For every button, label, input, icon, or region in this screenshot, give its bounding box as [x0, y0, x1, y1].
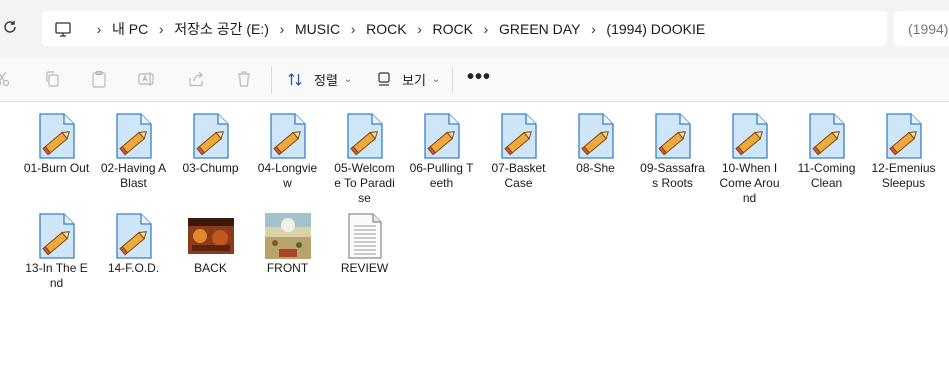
share-icon[interactable] — [186, 69, 206, 89]
chevron-right-icon[interactable]: › — [473, 21, 499, 37]
file-grid: 01-Burn Out 02-Having A Blast 03-Chump 04-L… — [18, 106, 943, 306]
audio-file-icon — [803, 112, 851, 160]
sort-button[interactable]: 정렬 ⌄ — [287, 68, 352, 90]
audio-file-icon — [880, 112, 928, 160]
command-bar: 정렬 ⌄ 보기 ⌄ ••• — [0, 58, 949, 102]
audio-file-item[interactable]: 13-In The End — [18, 206, 95, 306]
file-name-label: 08-She — [576, 161, 615, 175]
view-label: 보기 — [402, 72, 426, 88]
audio-file-icon — [418, 112, 466, 160]
refresh-icon[interactable] — [2, 19, 20, 37]
audio-file-item[interactable]: 09-Sassafras Roots — [634, 106, 711, 206]
chevron-right-icon[interactable]: › — [340, 21, 366, 37]
cut-icon[interactable] — [0, 69, 12, 89]
breadcrumb-drive-e[interactable]: 저장소 공간 (E:) — [174, 19, 269, 39]
breadcrumb-dookie[interactable]: (1994) DOOKIE — [606, 21, 705, 37]
audio-file-icon — [110, 212, 158, 260]
chevron-right-icon[interactable]: › — [148, 21, 174, 37]
text-file-item[interactable]: REVIEW — [326, 206, 403, 306]
audio-file-item[interactable]: 01-Burn Out — [18, 106, 95, 206]
chevron-right-icon[interactable]: › — [86, 21, 112, 37]
image-file-item[interactable]: FRONT — [249, 206, 326, 306]
audio-file-icon — [726, 112, 774, 160]
sort-label: 정렬 — [314, 72, 338, 88]
search-input[interactable]: (1994) — [894, 11, 949, 46]
audio-file-icon — [264, 112, 312, 160]
chevron-right-icon[interactable]: › — [580, 21, 606, 37]
audio-file-item[interactable]: 06-Pulling Teeth — [403, 106, 480, 206]
sort-icon — [287, 71, 304, 88]
rename-icon[interactable] — [137, 69, 157, 89]
image-thumbnail — [264, 212, 312, 260]
audio-file-icon — [187, 112, 235, 160]
address-bar[interactable]: › 내 PC › 저장소 공간 (E:) › MUSIC › ROCK › RO… — [42, 11, 887, 46]
audio-file-icon — [110, 112, 158, 160]
image-thumbnail — [187, 212, 235, 260]
audio-file-icon — [572, 112, 620, 160]
text-document-icon — [341, 212, 389, 260]
breadcrumb-my-pc[interactable]: 내 PC — [112, 19, 148, 39]
more-options-button[interactable]: ••• — [467, 67, 491, 87]
chevron-down-icon: ⌄ — [343, 73, 353, 85]
file-name-label: FRONT — [266, 261, 309, 275]
file-name-label: 05-Welcome To Paradise — [334, 161, 395, 205]
file-name-label: 01-Burn Out — [23, 161, 90, 175]
file-name-label: 04-Longview — [257, 161, 318, 190]
audio-file-item[interactable]: 12-Emenius Sleepus — [865, 106, 942, 206]
file-name-label: 02-Having A Blast — [100, 161, 167, 190]
toolbar-divider — [271, 66, 272, 94]
file-name-label: 07-Basket Case — [491, 161, 546, 190]
audio-file-icon — [33, 212, 81, 260]
computer-icon — [54, 20, 72, 38]
audio-file-item[interactable]: 11-Coming Clean — [788, 106, 865, 206]
audio-file-item[interactable]: 04-Longview — [249, 106, 326, 206]
audio-file-icon — [649, 112, 697, 160]
file-name-label: 11-Coming Clean — [797, 161, 856, 190]
breadcrumb-rock-1[interactable]: ROCK — [366, 21, 406, 37]
paste-icon[interactable] — [89, 69, 109, 89]
audio-file-item[interactable]: 08-She — [557, 106, 634, 206]
file-name-label: 13-In The End — [25, 261, 88, 290]
chevron-right-icon[interactable]: › — [407, 21, 433, 37]
audio-file-icon — [341, 112, 389, 160]
copy-icon[interactable] — [42, 69, 62, 89]
delete-icon[interactable] — [234, 69, 254, 89]
file-name-label: 06-Pulling Teeth — [409, 161, 474, 190]
audio-file-item[interactable]: 03-Chump — [172, 106, 249, 206]
view-button[interactable]: 보기 ⌄ — [376, 68, 440, 90]
view-icon — [376, 71, 392, 87]
file-name-label: REVIEW — [340, 261, 389, 275]
audio-file-item[interactable]: 14-F.O.D. — [95, 206, 172, 306]
file-name-label: 09-Sassafras Roots — [640, 161, 705, 190]
address-bar-row: › 내 PC › 저장소 공간 (E:) › MUSIC › ROCK › RO… — [0, 0, 949, 58]
file-name-label: 03-Chump — [182, 161, 239, 175]
chevron-right-icon[interactable]: › — [269, 21, 295, 37]
breadcrumb-green-day[interactable]: GREEN DAY — [499, 21, 580, 37]
audio-file-item[interactable]: 05-Welcome To Paradise — [326, 106, 403, 206]
audio-file-item[interactable]: 10-When I Come Around — [711, 106, 788, 206]
audio-file-icon — [495, 112, 543, 160]
image-file-item[interactable]: BACK — [172, 206, 249, 306]
audio-file-item[interactable]: 02-Having A Blast — [95, 106, 172, 206]
toolbar-divider — [452, 66, 453, 94]
breadcrumb-rock-2[interactable]: ROCK — [433, 21, 473, 37]
file-name-label: 14-F.O.D. — [107, 261, 160, 275]
file-name-label: BACK — [194, 261, 227, 275]
audio-file-icon — [33, 112, 81, 160]
audio-file-item[interactable]: 07-Basket Case — [480, 106, 557, 206]
file-name-label: 12-Emenius Sleepus — [871, 161, 936, 190]
file-name-label: 10-When I Come Around — [719, 161, 780, 205]
chevron-down-icon: ⌄ — [431, 73, 441, 85]
breadcrumb-music[interactable]: MUSIC — [295, 21, 340, 37]
